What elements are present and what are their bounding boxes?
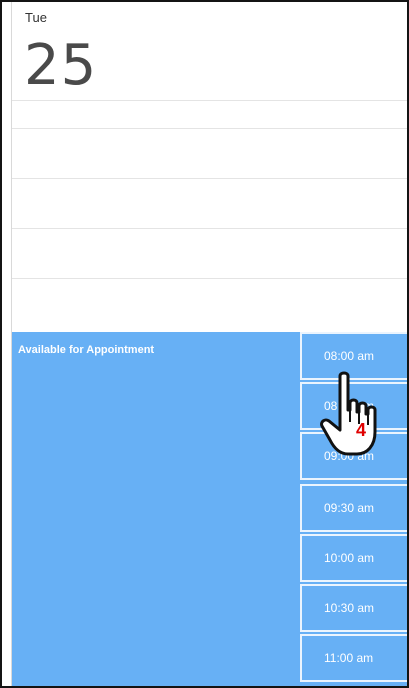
grid-line [12,228,407,229]
time-slot-0900[interactable]: 09:00 am [300,432,407,480]
appointment-label: Available for Appointment [18,344,155,356]
day-header[interactable]: Tue 25 [12,2,407,102]
time-slot-list: 08:00 am 08:30 am 09:00 am 09:30 am 10:0… [300,332,407,686]
grid-line [12,178,407,179]
time-slot-1000[interactable]: 10:00 am [300,534,407,582]
time-slot-0830[interactable]: 08:30 am [300,382,407,430]
time-slot-1030[interactable]: 10:30 am [300,584,407,632]
day-name: Tue [25,10,47,25]
step-number: 4 [356,420,367,440]
time-slot-1100[interactable]: 11:00 am [300,634,407,682]
time-slot-0800[interactable]: 08:00 am [300,332,407,380]
grid-line [12,128,407,129]
calendar-day-view: Tue 25 Available for Appointment 08:00 a… [0,0,409,688]
day-number: 25 [24,33,98,98]
grid-line [12,278,407,279]
time-slot-0930[interactable]: 09:30 am [300,484,407,532]
available-appointment-block[interactable]: Available for Appointment [12,332,300,686]
